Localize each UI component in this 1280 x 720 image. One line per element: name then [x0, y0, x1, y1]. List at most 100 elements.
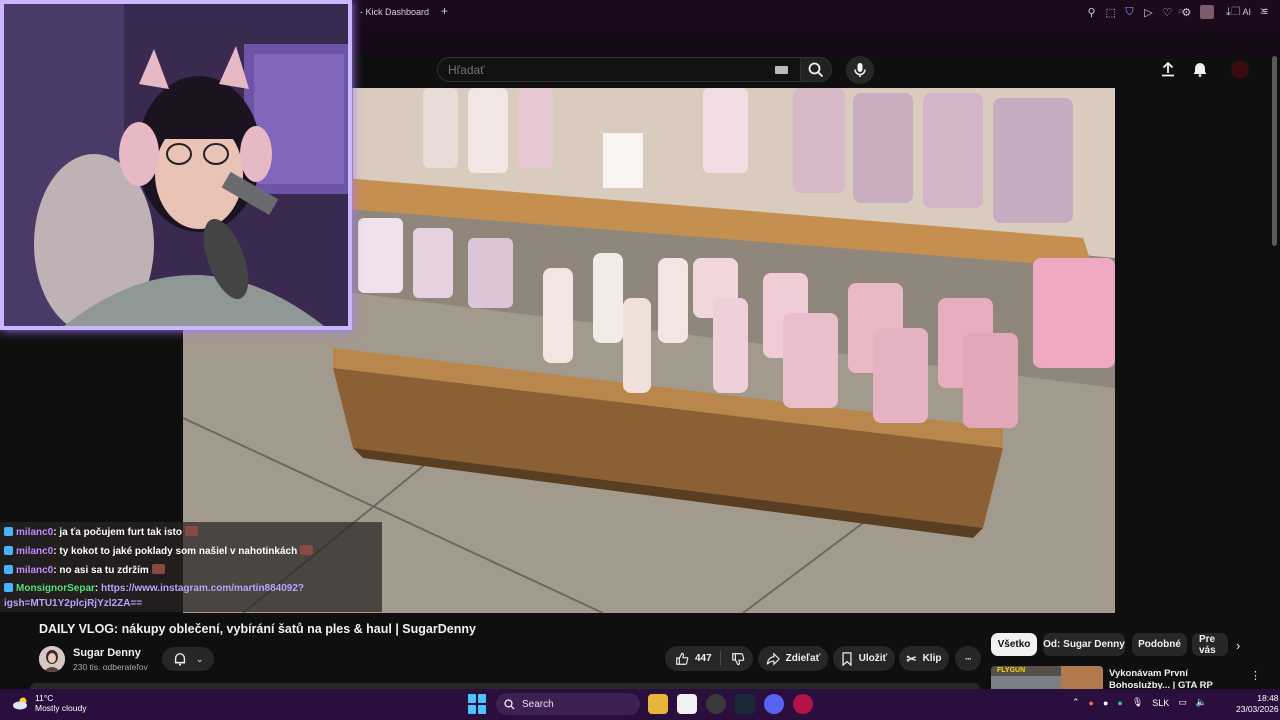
chat-text: : ty kokot to jaké poklady som našiel v …: [53, 546, 298, 557]
chevron-down-icon: ⌄: [195, 653, 204, 664]
emote-icon: [300, 545, 314, 555]
share-icon: [766, 651, 780, 666]
like-count: 447: [695, 653, 712, 664]
upload-icon[interactable]: [1160, 61, 1176, 77]
discord-icon[interactable]: [764, 694, 784, 714]
new-tab-button[interactable]: +: [441, 4, 448, 18]
file-explorer-icon[interactable]: [648, 694, 668, 714]
webcam-image: [4, 4, 348, 326]
chat-message: milanc0: ja ťa počujem furt tak isto: [4, 526, 198, 538]
channel-avatar[interactable]: [39, 646, 65, 672]
subscription-bell-button[interactable]: ⌄: [162, 647, 214, 671]
chat-link-continued[interactable]: igsh=MTU1Y2plcjRjYzl2ZA==: [4, 598, 142, 609]
chip-all[interactable]: Všetko: [991, 633, 1037, 656]
search-box[interactable]: [437, 57, 801, 82]
chat-username: milanc0: [16, 565, 54, 576]
tray-app-icon[interactable]: ●: [1089, 698, 1094, 708]
tray-app-icon[interactable]: ●: [1117, 698, 1122, 708]
chat-text: : no asi sa tu zdržím: [53, 565, 149, 576]
chat-text: : ja ťa počujem furt tak isto: [53, 527, 182, 538]
extension-icons: ⚲ ⬚ ⛉ ▷ ♡ ⚙ ⤓ AI ≡: [1086, 5, 1270, 19]
store-icon[interactable]: [677, 694, 697, 714]
thumbnail-label: FLYGUN: [997, 667, 1026, 674]
platform-badge-icon: [4, 546, 13, 555]
start-button[interactable]: [468, 694, 488, 714]
chat-username: milanc0: [16, 546, 54, 557]
chip-from-channel[interactable]: Od: Sugar Denny: [1043, 633, 1125, 656]
extensions-icon[interactable]: ⚙: [1181, 6, 1192, 19]
emote-icon: [184, 526, 198, 536]
pin-icon[interactable]: ⚲: [1086, 6, 1096, 19]
microphone-icon[interactable]: 🎙: [1132, 697, 1143, 708]
browser-tab-title[interactable]: - Kick Dashboard: [360, 7, 429, 17]
recommendation-more-icon[interactable]: ⋮: [1250, 669, 1261, 682]
notifications-bell-icon[interactable]: [1192, 61, 1208, 77]
account-avatar[interactable]: [1229, 59, 1251, 81]
chat-message-continued: igsh=MTU1Y2plcjRjYzl2ZA==: [4, 598, 142, 609]
weather-widget[interactable]: 11°C Mostly cloudy: [12, 693, 87, 713]
chip-related[interactable]: Podobné: [1132, 633, 1187, 656]
display-icon[interactable]: ▭: [1178, 697, 1187, 708]
microphone-icon: [854, 63, 866, 77]
dislike-button[interactable]: [724, 646, 752, 671]
system-tray: ⌃ ● ● ● 🎙 SLK ▭ 🔈: [1072, 697, 1207, 708]
keyboard-icon[interactable]: [775, 66, 788, 74]
video-title: DAILY VLOG: nákupy oblečení, vybírání ša…: [39, 622, 476, 636]
taskbar-clock[interactable]: 18:48 23/03/2026: [1236, 693, 1279, 715]
clip-button[interactable]: ✂ Klip: [899, 646, 949, 671]
chat-message: milanc0: ty kokot to jaké poklady som na…: [4, 545, 314, 557]
save-button[interactable]: Uložiť: [833, 646, 895, 671]
chevron-right-icon[interactable]: ›: [1236, 638, 1240, 653]
chat-message: milanc0: no asi sa tu zdržím: [4, 564, 165, 576]
search-input[interactable]: [448, 63, 768, 77]
platform-badge-icon: [4, 583, 13, 592]
chat-overlay: milanc0: ja ťa počujem furt tak isto mil…: [0, 522, 382, 612]
profile-avatar[interactable]: [1200, 5, 1215, 19]
platform-badge-icon: [4, 565, 13, 574]
platform-badge-icon: [4, 527, 13, 536]
play-icon[interactable]: ▷: [1143, 6, 1153, 19]
chip-for-you[interactable]: Pre vás: [1192, 633, 1228, 656]
chat-username: MonsignorSepar: [16, 583, 95, 594]
share-label: Zdieľať: [785, 653, 821, 664]
emote-icon: [151, 564, 165, 574]
steam-icon[interactable]: [735, 694, 755, 714]
opera-gx-icon[interactable]: [793, 694, 813, 714]
heart-icon[interactable]: ♡: [1162, 6, 1173, 19]
recommendation-thumbnail[interactable]: FLYGUN: [991, 666, 1103, 690]
more-icon: ···: [965, 653, 972, 664]
windows-logo-icon: [468, 694, 476, 703]
more-actions-button[interactable]: ···: [955, 646, 981, 671]
weather-description: Mostly cloudy: [35, 703, 87, 713]
chat-username: milanc0: [16, 527, 54, 538]
shield-icon[interactable]: ⛉: [1124, 6, 1134, 19]
chat-link[interactable]: https://www.instagram.com/martin884092?: [101, 583, 304, 594]
screenshot-icon[interactable]: ⬚: [1105, 6, 1115, 19]
clock-date: 23/03/2026: [1236, 704, 1279, 714]
volume-icon[interactable]: 🔈: [1196, 697, 1207, 708]
menu-icon[interactable]: ≡: [1260, 6, 1270, 18]
subscriber-count: 230 tis. odberateľov: [73, 662, 148, 672]
language-indicator[interactable]: SLK: [1152, 698, 1169, 708]
clock-time: 18:48: [1257, 693, 1279, 703]
ai-button[interactable]: AI: [1242, 7, 1251, 17]
bell-icon: [174, 653, 185, 666]
search-icon: [504, 698, 515, 709]
voice-search-button[interactable]: [846, 56, 874, 84]
search-button[interactable]: [800, 57, 832, 82]
scissors-icon: ✂: [906, 651, 917, 666]
taskbar-search-label: Search: [522, 698, 554, 710]
taskbar-search[interactable]: Search: [496, 693, 640, 715]
channel-name[interactable]: Sugar Denny: [73, 647, 141, 659]
thumbs-up-icon: [676, 652, 689, 665]
search-icon: [808, 62, 824, 77]
tray-app-icon[interactable]: ●: [1103, 698, 1108, 708]
thumbs-down-icon: [732, 652, 745, 665]
obs-icon[interactable]: [706, 694, 726, 714]
download-icon[interactable]: ⤓: [1223, 6, 1233, 19]
channel-avatar-image: [39, 646, 65, 672]
page-scrollbar[interactable]: [1272, 56, 1277, 246]
share-button[interactable]: Zdieľať: [758, 646, 828, 671]
cloud-icon: [13, 697, 27, 710]
chevron-up-icon[interactable]: ⌃: [1072, 697, 1080, 708]
